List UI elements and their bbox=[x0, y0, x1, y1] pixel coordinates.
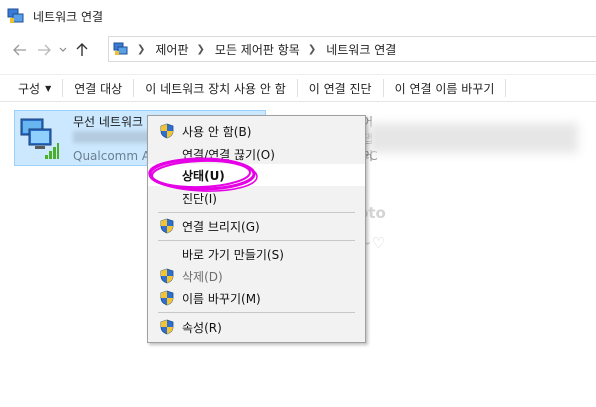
control-panel-icon bbox=[113, 41, 129, 57]
wireless-adapter-icon bbox=[19, 117, 59, 159]
breadcrumb-label: 제어판 bbox=[155, 42, 189, 57]
menu-item-label: 사용 안 함(B) bbox=[182, 124, 252, 139]
redacted-area bbox=[368, 123, 578, 153]
menu-item-rename[interactable]: 이름 바꾸기(M) bbox=[148, 287, 365, 309]
menu-item-properties[interactable]: 속성(R) bbox=[148, 316, 365, 338]
uac-shield-icon bbox=[160, 123, 174, 139]
breadcrumb-network-connections[interactable]: ❯ 네트워크 연결 bbox=[300, 41, 396, 58]
breadcrumb-label: 모든 제어판 항목 bbox=[214, 42, 300, 57]
breadcrumb-separator-icon: ❯ bbox=[137, 43, 146, 55]
menu-item-bridge[interactable]: 연결 브리지(G) bbox=[148, 215, 365, 237]
disable-device-button[interactable]: 이 네트워크 장치 사용 안 함 bbox=[134, 80, 297, 97]
menu-separator bbox=[158, 212, 355, 213]
toolbar-divider bbox=[505, 79, 507, 97]
menu-separator bbox=[158, 240, 355, 241]
uac-shield-icon bbox=[160, 319, 174, 335]
network-connections-icon bbox=[7, 7, 25, 25]
menu-item-label: 연결 브리지(G) bbox=[182, 219, 260, 234]
window-title: 네트워크 연결 bbox=[33, 9, 104, 24]
chevron-down-icon[interactable] bbox=[56, 38, 70, 62]
context-menu: 사용 안 함(B) 연결/연결 끊기(O) 상태(U) 진단(I) 연결 브리지… bbox=[147, 115, 366, 343]
menu-item-delete[interactable]: 삭제(D) bbox=[148, 265, 365, 287]
address-box[interactable]: ❯ 제어판 ❯ 모든 제어판 항목 ❯ 네트워크 연결 bbox=[108, 36, 596, 62]
back-arrow-icon[interactable] bbox=[8, 38, 32, 62]
breadcrumb-control-panel[interactable]: ❯ 제어판 bbox=[129, 41, 189, 58]
breadcrumb-separator-icon: ❯ bbox=[307, 43, 317, 55]
title-bar: 네트워크 연결 bbox=[0, 0, 596, 32]
command-bar: 구성 ▼ 연결 대상 이 네트워크 장치 사용 안 함 이 연결 진단 이 연결… bbox=[0, 74, 596, 102]
menu-separator bbox=[158, 312, 355, 313]
menu-item-label: 이름 바꾸기(M) bbox=[182, 291, 261, 306]
menu-item-label: 속성(R) bbox=[182, 320, 222, 335]
menu-item-disable[interactable]: 사용 안 함(B) bbox=[148, 120, 365, 142]
uac-shield-icon bbox=[160, 290, 174, 306]
highlight-scribble bbox=[148, 157, 258, 192]
breadcrumb-separator-icon: ❯ bbox=[196, 43, 205, 55]
uac-shield-icon bbox=[160, 218, 174, 234]
up-arrow-icon[interactable] bbox=[70, 38, 94, 62]
organize-label: 구성 bbox=[18, 81, 41, 96]
connect-to-button[interactable]: 연결 대상 bbox=[63, 80, 133, 97]
forward-arrow-icon[interactable] bbox=[32, 38, 56, 62]
breadcrumb-all-items[interactable]: ❯ 모든 제어판 항목 bbox=[189, 41, 300, 58]
rename-button[interactable]: 이 연결 이름 바꾸기 bbox=[384, 80, 506, 97]
adapter-device: Qualcomm At bbox=[73, 149, 155, 163]
breadcrumb-label: 네트워크 연결 bbox=[326, 42, 397, 57]
organize-button[interactable]: 구성 ▼ bbox=[0, 80, 62, 97]
dropdown-arrow-icon: ▼ bbox=[45, 83, 52, 93]
menu-item-create-shortcut[interactable]: 바로 가기 만들기(S) bbox=[148, 243, 365, 265]
menu-item-label: 바로 가기 만들기(S) bbox=[182, 247, 284, 262]
uac-shield-icon bbox=[160, 268, 174, 284]
menu-item-label: 삭제(D) bbox=[182, 269, 223, 284]
address-bar: ❯ 제어판 ❯ 모든 제어판 항목 ❯ 네트워크 연결 bbox=[0, 32, 596, 68]
diagnose-button[interactable]: 이 연결 진단 bbox=[298, 80, 383, 97]
